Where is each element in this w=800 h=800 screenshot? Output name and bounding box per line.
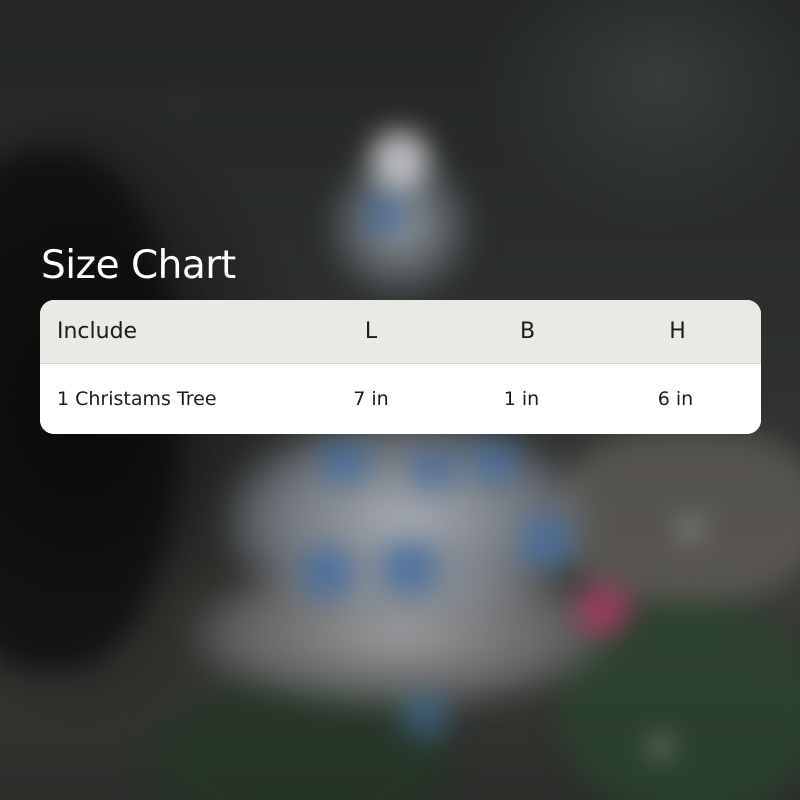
tree-star	[370, 130, 430, 190]
pink-ornament	[575, 585, 630, 635]
ornament	[470, 440, 520, 485]
header-length: L	[364, 319, 378, 344]
ornament	[400, 690, 450, 740]
ornament	[410, 450, 455, 490]
ornament	[380, 540, 440, 595]
ornament	[365, 195, 405, 235]
cell-include: 1 Christams Tree	[57, 388, 217, 410]
cell-height: 6 in	[657, 388, 694, 410]
ornament	[520, 515, 575, 570]
ornament	[320, 440, 370, 485]
light-bokeh	[180, 100, 188, 108]
cell-length: 7 in	[353, 388, 389, 410]
size-chart-table: Include L B H 1 Christams Tree 7 in 1 in…	[40, 300, 761, 434]
ornament	[300, 545, 355, 600]
table-row: 1 Christams Tree 7 in 1 in 6 in	[40, 364, 761, 434]
size-chart-title: Size Chart	[41, 243, 236, 288]
header-include: Include	[57, 319, 138, 344]
header-height: H	[669, 319, 686, 344]
light-bokeh	[654, 740, 668, 754]
cell-breadth: 1 in	[503, 388, 540, 410]
light-bokeh	[684, 522, 698, 536]
table-header-row: Include L B H	[40, 300, 761, 364]
background-haze	[560, 430, 800, 600]
header-breadth: B	[519, 319, 536, 344]
